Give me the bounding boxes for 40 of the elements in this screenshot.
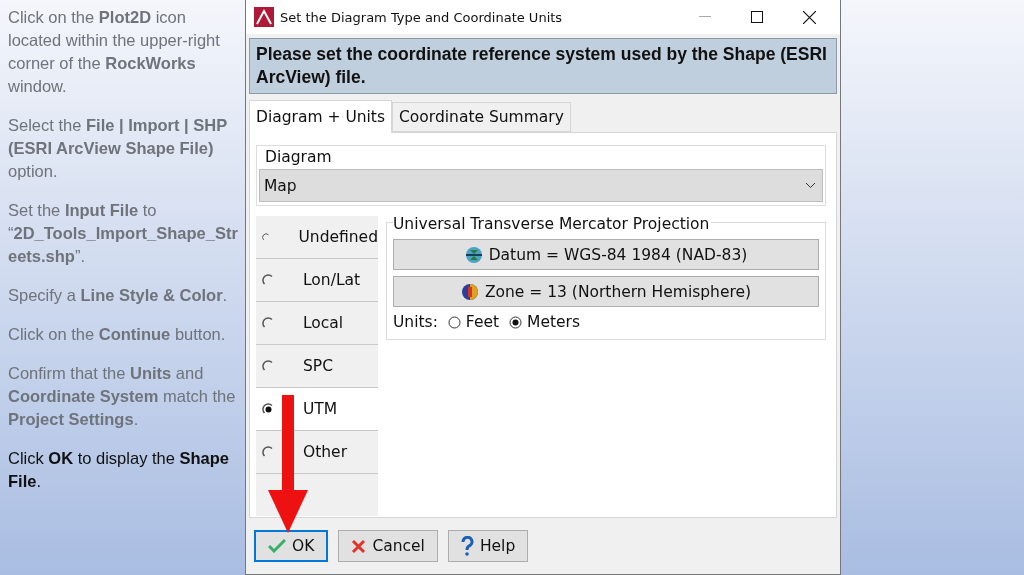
radio-label[interactable]: Meters: [527, 313, 581, 331]
instruction-text: Click on the Plot2D icon located within the upper-right corner of the RockWorks window.: [8, 7, 221, 97]
instruction-banner: Please set the coordinate reference system used by the Shape (ESRI ArcView) file.: [249, 38, 837, 94]
close-icon: [802, 10, 816, 24]
radio-button[interactable]: [262, 359, 275, 373]
units-label: Units:: [393, 313, 438, 331]
x-icon: [351, 538, 367, 554]
coordinate-system-tab[interactable]: UTM: [256, 388, 378, 431]
minimize-icon: [699, 16, 711, 18]
radio-button[interactable]: [262, 273, 275, 287]
radio-button[interactable]: [262, 402, 275, 416]
globe-icon: [464, 245, 483, 264]
chevron-down-icon: [805, 182, 816, 189]
diagram-dropdown[interactable]: Map: [259, 169, 823, 202]
group-label: Diagram: [264, 148, 333, 166]
instruction-text: Confirm that the Units and Coordinate System match the Project Settings.: [8, 363, 237, 430]
instruction-text: Specify a Line Style & Color.: [8, 285, 229, 306]
globe-icon: [460, 282, 479, 301]
help-button[interactable]: Help: [447, 530, 529, 562]
ok-button[interactable]: OK: [254, 530, 329, 562]
instruction-text: Set the Input File to “2D_Tools_Import_Shape_Streets.shp”.: [8, 200, 239, 267]
tab[interactable]: Diagram + Units: [249, 100, 393, 133]
radio-button[interactable]: [262, 316, 275, 330]
radio-button[interactable]: [509, 315, 523, 329]
group-label: Universal Transverse Mercator Projection: [393, 215, 712, 233]
tab[interactable]: Coordinate Summary: [392, 102, 571, 132]
datum-button[interactable]: Datum = WGS-84 1984 (NAD-83): [393, 239, 819, 270]
checkmark-icon: [268, 539, 286, 553]
radio-label[interactable]: Feet: [465, 313, 500, 331]
maximize-icon: [751, 11, 763, 23]
zone-button[interactable]: Zone = 13 (Northern Hemisphere): [393, 276, 819, 307]
instruction-text: Select the File | Import | SHP (ESRI ArcView Shape File) option.: [8, 115, 228, 182]
cancel-button[interactable]: Cancel: [338, 530, 438, 562]
radio-button[interactable]: [447, 315, 461, 329]
radio-button[interactable]: [262, 445, 275, 459]
question-mark-icon: [460, 536, 474, 556]
app-logo-icon: [254, 7, 274, 27]
window-title: Set the Diagram Type and Coordinate Units: [280, 9, 564, 25]
instruction-text: Click OK to display the Shape File.: [8, 448, 231, 492]
instruction-text: Click on the Continue button.: [8, 324, 227, 345]
